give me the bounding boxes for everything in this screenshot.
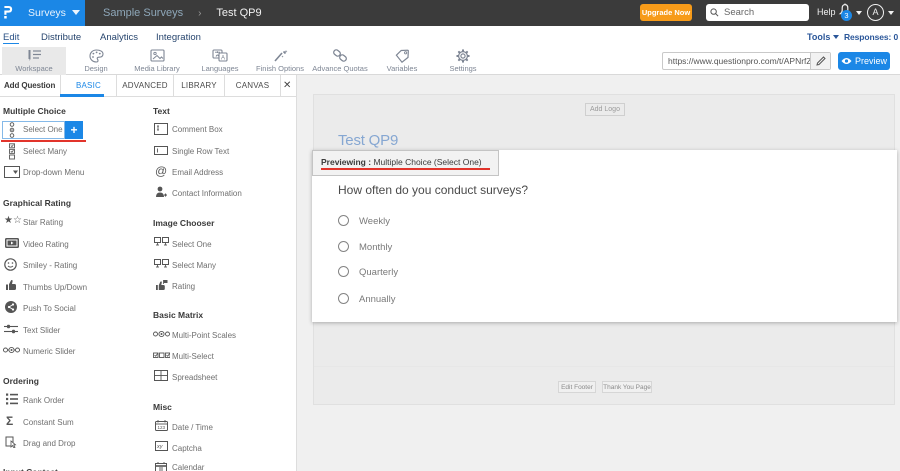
svg-text:A: A (221, 56, 225, 62)
svg-text:xy: xy (156, 444, 164, 450)
svg-text:123: 123 (158, 425, 166, 430)
